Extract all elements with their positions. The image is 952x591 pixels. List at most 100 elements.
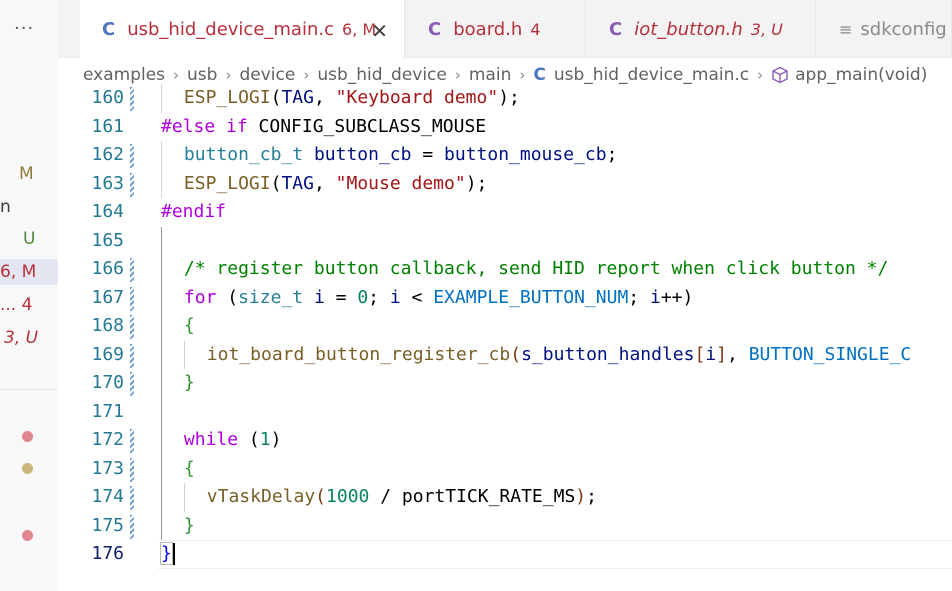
code-line[interactable]: 161 #else if CONFIG_SUBCLASS_MOUSE bbox=[58, 113, 952, 142]
code-token: , bbox=[727, 343, 749, 365]
code-line[interactable]: 173 { bbox=[58, 455, 952, 484]
line-number: 173 bbox=[91, 457, 124, 479]
explorer-file-status[interactable]: ... 4 bbox=[0, 292, 32, 318]
modified-line-marker bbox=[130, 144, 134, 168]
code-token: size_t bbox=[238, 286, 304, 308]
close-icon[interactable]: ✕ bbox=[371, 19, 388, 43]
tab-label: board.h bbox=[453, 18, 523, 40]
more-actions-icon[interactable]: ··· bbox=[14, 18, 34, 39]
line-number: 176 bbox=[91, 543, 124, 564]
code-token: ( bbox=[270, 87, 282, 108]
code-line[interactable]: 170} bbox=[58, 369, 952, 398]
indent-guide bbox=[161, 84, 162, 113]
code-token: i bbox=[313, 286, 325, 308]
breadcrumb-item[interactable]: examples bbox=[83, 65, 165, 85]
tab-sdkconfig[interactable]: ≡ sdkconfig bbox=[817, 0, 952, 58]
code-token: } bbox=[160, 542, 173, 565]
code-token: ] bbox=[716, 343, 727, 365]
modified-line-marker bbox=[130, 343, 134, 368]
code-line[interactable]: 171 bbox=[58, 398, 952, 427]
code-line[interactable]: 168 { bbox=[58, 312, 952, 341]
explorer-file-status[interactable]: 6, M bbox=[0, 259, 58, 285]
tab-iot-button-h[interactable]: Ciot_button.h 3, U bbox=[587, 0, 816, 58]
modified-line-marker bbox=[130, 286, 134, 311]
code-token: } bbox=[183, 514, 195, 536]
breadcrumb-item[interactable]: usb bbox=[187, 65, 217, 85]
tab-board-h[interactable]: Cboard.h 4 bbox=[406, 0, 586, 58]
code-line[interactable]: 167 for (size_t i = 0; i < EXAMPLE_BUTTON… bbox=[58, 284, 952, 313]
file-status-label: 6, M bbox=[0, 262, 37, 282]
code-text: /* register button callback, send HID re… bbox=[184, 255, 888, 284]
code-token: i bbox=[389, 286, 401, 308]
modified-line-marker bbox=[130, 429, 134, 453]
code-line[interactable]: 163 ESP_LOGI(TAG, "Mouse demo"); bbox=[58, 170, 952, 199]
line-number: 167 bbox=[91, 286, 124, 308]
code-token: ; bbox=[606, 144, 618, 165]
code-token: / bbox=[369, 486, 402, 507]
tab-usb-hid-device-main-c[interactable]: Cusb_hid_device_main.c 6, M ✕ bbox=[80, 0, 405, 59]
code-token: ESP_LOGI bbox=[183, 87, 271, 108]
code-token: i bbox=[705, 343, 717, 365]
code-line[interactable]: 172 while (1) bbox=[58, 426, 952, 455]
code-token: ; bbox=[368, 286, 390, 308]
modified-line-marker bbox=[130, 457, 134, 482]
code-line[interactable]: 162 button_cb_t button_cb = button_mouse_… bbox=[58, 141, 952, 170]
code-line[interactable]: 160 ESP_LOGI(TAG, "Keyboard demo"); bbox=[58, 84, 952, 113]
code-token: 1000 bbox=[326, 486, 370, 507]
code-editor[interactable]: 160 ESP_LOGI(TAG, "Keyboard demo"); 161 #el… bbox=[58, 84, 952, 591]
file-status-label: 3, U bbox=[4, 328, 39, 348]
line-number: 161 bbox=[91, 115, 124, 137]
text-cursor bbox=[172, 543, 175, 565]
code-token: ( bbox=[315, 486, 327, 507]
code-text: for (size_t i = 0; i < EXAMPLE_BUTTON_NU… bbox=[184, 284, 693, 313]
code-token: i bbox=[649, 286, 661, 308]
line-number: 174 bbox=[91, 486, 124, 507]
code-token: CONFIG_SUBCLASS_MOUSE bbox=[247, 115, 487, 137]
status-dot-icon bbox=[22, 530, 33, 541]
code-text: } bbox=[160, 540, 175, 569]
modified-line-marker bbox=[130, 514, 134, 539]
explorer-panel: ··· Mn U 6, M ... 4 3, U bbox=[0, 0, 58, 591]
breadcrumb-symbol[interactable]: app_main(void) bbox=[795, 65, 927, 85]
code-token: TAG bbox=[281, 172, 314, 194]
code-token: 1 bbox=[259, 429, 271, 450]
breadcrumb-item[interactable]: device bbox=[239, 65, 295, 85]
code-token: ); bbox=[498, 87, 520, 108]
explorer-file-status[interactable]: U bbox=[23, 226, 35, 252]
chevron-right-icon: › bbox=[303, 66, 310, 84]
explorer-file-status[interactable]: M bbox=[19, 161, 34, 187]
code-line[interactable]: 175} bbox=[58, 512, 952, 541]
chevron-right-icon: › bbox=[454, 66, 461, 84]
file-status-label: n bbox=[0, 197, 11, 217]
code-token: "Mouse demo" bbox=[335, 172, 466, 194]
code-token: TAG bbox=[281, 87, 314, 108]
line-number: 160 bbox=[91, 87, 124, 108]
tab-problem-badge: 3, U bbox=[750, 19, 783, 39]
code-token: EXAMPLE_BUTTON_NUM bbox=[433, 286, 629, 308]
code-text: while (1) bbox=[184, 426, 282, 455]
breadcrumb-item[interactable]: usb_hid_device bbox=[317, 65, 447, 85]
code-token: button_cb_t bbox=[183, 144, 304, 165]
chevron-right-icon: › bbox=[757, 66, 764, 84]
code-token: ( bbox=[238, 429, 260, 450]
settings-file-icon: ≡ bbox=[839, 19, 853, 39]
code-text: } bbox=[184, 512, 195, 541]
breadcrumb-file[interactable]: usb_hid_device_main.c bbox=[554, 65, 749, 85]
code-line[interactable]: 164 #endif bbox=[58, 198, 952, 227]
code-token: "Keyboard demo" bbox=[335, 87, 499, 108]
code-line[interactable]: 165 bbox=[58, 227, 952, 256]
code-token: = bbox=[411, 144, 445, 165]
explorer-file-status[interactable]: 3, U bbox=[4, 325, 38, 351]
breadcrumb-item[interactable]: main bbox=[469, 65, 511, 85]
code-line[interactable]: 166 /* register button callback, send HID… bbox=[58, 255, 952, 284]
explorer-file-status[interactable]: n bbox=[0, 194, 11, 220]
code-line[interactable]: 176} bbox=[58, 540, 952, 569]
code-text: { bbox=[184, 312, 195, 341]
code-token: ( bbox=[216, 286, 239, 308]
code-text: iot_board_button_register_cb(s_button_ha… bbox=[207, 341, 911, 370]
code-token: { bbox=[183, 457, 195, 479]
code-token: ; bbox=[628, 286, 650, 308]
code-line[interactable]: 174 vTaskDelay(1000 / portTICK_RATE_MS); bbox=[58, 483, 952, 512]
chevron-right-icon: › bbox=[519, 66, 526, 84]
code-line[interactable]: 169 iot_board_button_register_cb(s_button… bbox=[58, 341, 952, 370]
